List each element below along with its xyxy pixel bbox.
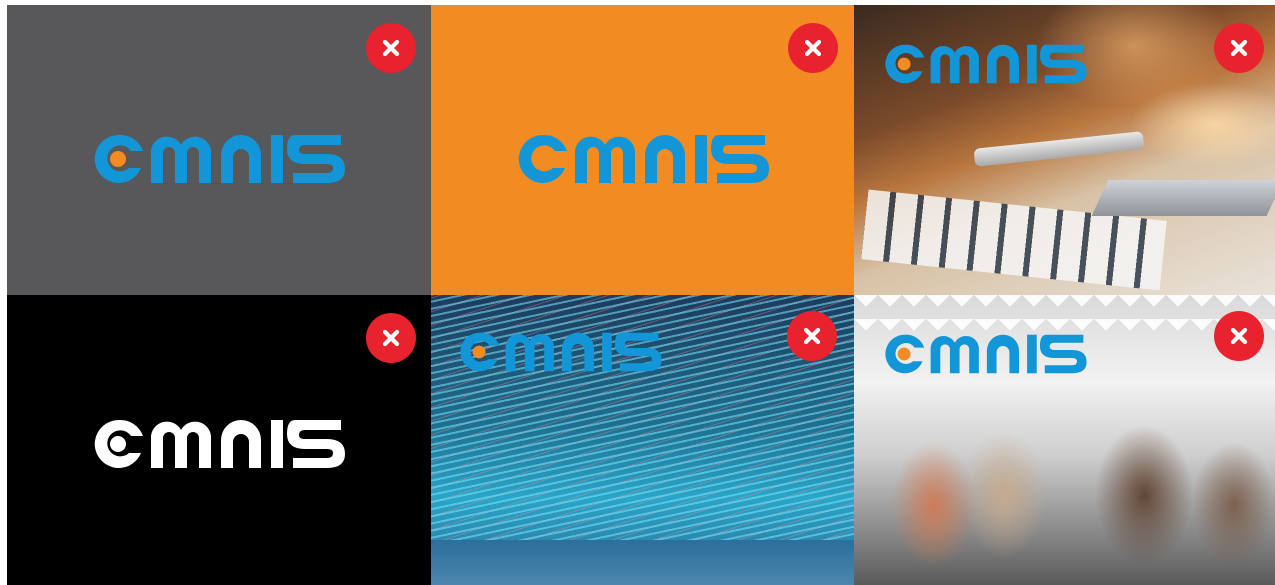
laptop-graphic <box>1091 180 1275 216</box>
close-button[interactable] <box>1214 23 1264 73</box>
omnis-logo <box>885 334 1087 374</box>
omnis-logo <box>94 419 345 468</box>
omnis-logo <box>518 134 769 183</box>
close-button[interactable] <box>788 23 838 73</box>
close-icon <box>379 326 403 350</box>
tile-office-team-photo <box>854 295 1275 585</box>
close-button[interactable] <box>787 311 837 361</box>
tablet-graphic <box>973 131 1145 167</box>
close-icon <box>1227 36 1251 60</box>
close-icon <box>379 36 403 60</box>
tile-workspace-photo <box>854 5 1275 295</box>
tile-orange-background <box>431 5 854 295</box>
close-icon <box>1227 324 1251 348</box>
tile-light-streaks-photo <box>431 295 854 585</box>
omnis-logo <box>885 44 1087 84</box>
logo-misuse-grid <box>7 5 1275 585</box>
tile-gray-background <box>7 5 431 295</box>
close-button[interactable] <box>366 23 416 73</box>
horizon-band <box>431 540 854 585</box>
close-button[interactable] <box>366 313 416 363</box>
close-icon <box>800 324 824 348</box>
tile-black-background <box>7 295 431 585</box>
omnis-logo <box>460 332 662 372</box>
ceiling-pattern <box>854 295 1275 331</box>
close-button[interactable] <box>1214 311 1264 361</box>
close-icon <box>801 36 825 60</box>
omnis-logo <box>94 134 345 183</box>
